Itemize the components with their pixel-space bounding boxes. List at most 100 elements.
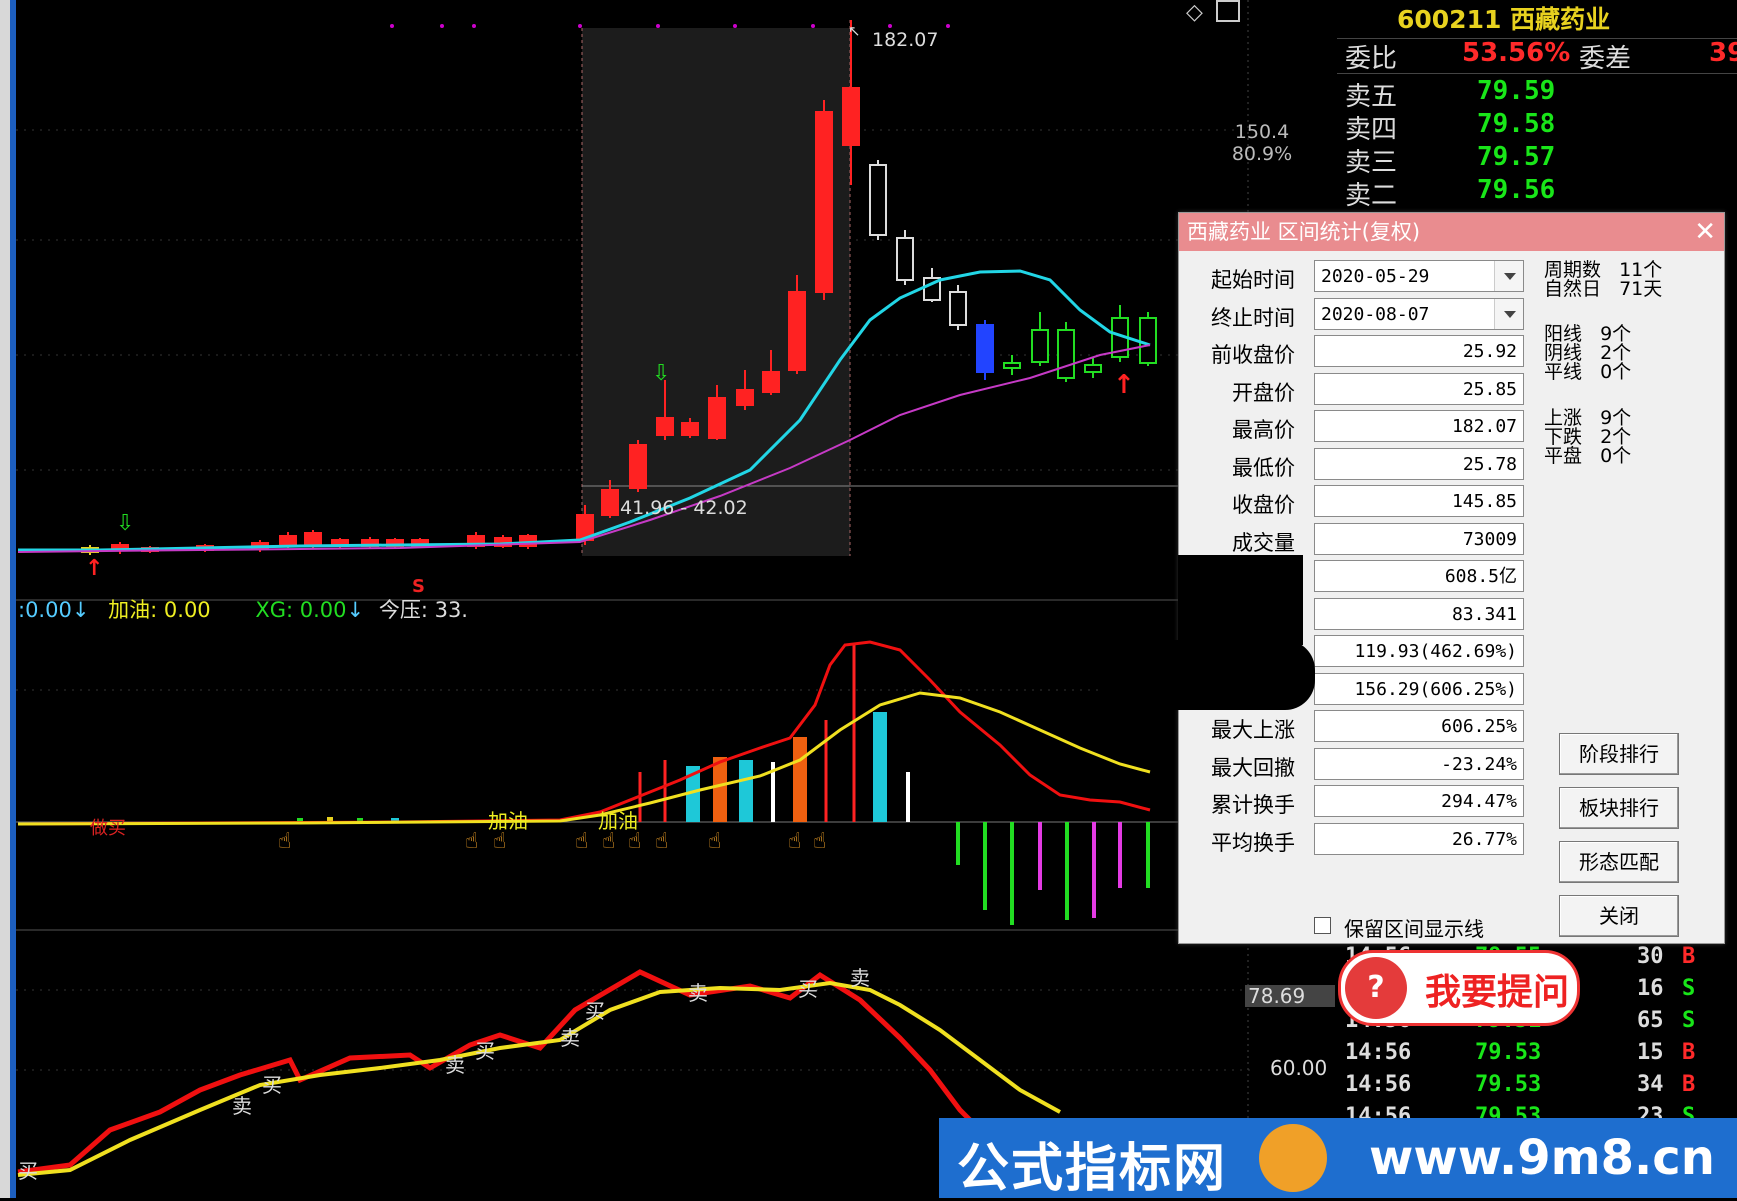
- question-icon: ?: [1345, 957, 1407, 1019]
- candle-body: [681, 422, 699, 436]
- hand-icon: ☝: [465, 829, 478, 854]
- tick-side: B: [1682, 1040, 1696, 1065]
- order-ratio-row: 委比 53.56% 委差 39: [1337, 38, 1737, 74]
- field-label: 平均换手: [1211, 830, 1295, 855]
- kdj-axis-value: 60.00: [1270, 1056, 1327, 1080]
- field-value: 26.77%: [1314, 822, 1524, 855]
- range-label: 41.96 - 42.02: [620, 497, 748, 519]
- tick-side: B: [1682, 944, 1696, 969]
- field-value: 606.25%: [1314, 710, 1524, 742]
- ask-label: 我要提问: [1425, 972, 1570, 1013]
- indicator-bar: :0.00↓ 加油: 0.00 XG: 0.00↓ 今压: 33.: [18, 594, 468, 624]
- level-label: 卖四: [1345, 115, 1398, 145]
- pattern-match-button[interactable]: 形态匹配: [1559, 841, 1679, 883]
- macd-bar: [663, 760, 667, 822]
- kdj-signal: 卖: [850, 966, 870, 990]
- macd-bar: [1146, 822, 1150, 888]
- field-value: 156.29(606.25%): [1314, 672, 1524, 705]
- field-text: -23.24%: [1441, 753, 1517, 775]
- close-icon[interactable]: ✕: [1694, 217, 1716, 247]
- tick-row: 14:56 79.53 34 B: [1337, 1072, 1737, 1104]
- left-frame: [0, 0, 10, 1198]
- sell-level-row: 卖二 79.56: [1337, 175, 1737, 211]
- indicator-item: XG: 0.00: [255, 598, 347, 622]
- window-icon[interactable]: [1216, 0, 1240, 22]
- macd-bar: [1065, 822, 1069, 920]
- field-label: 终止时间: [1211, 305, 1295, 330]
- field-label: 收盘价: [1232, 493, 1295, 517]
- stat-label: 自然日: [1544, 278, 1602, 300]
- macd-yellow-line: [17, 691, 1151, 826]
- candle-body: [736, 389, 754, 406]
- dialog-title-bar[interactable]: 西藏药业 区间统计(复权) ✕: [1179, 213, 1724, 251]
- banner-name: 公式指标网: [957, 1139, 1228, 1199]
- chevron-down-icon[interactable]: [1494, 298, 1523, 329]
- field-value: 182.07: [1314, 410, 1524, 442]
- field-text: 294.47%: [1441, 791, 1517, 812]
- field-text: 2020-08-07: [1321, 303, 1430, 325]
- candle-body: [815, 111, 833, 293]
- axis-pct: 80.9%: [1232, 143, 1292, 165]
- field-value: 73009: [1314, 522, 1524, 555]
- banner-url: www.9m8.cn: [1369, 1130, 1715, 1186]
- kdj-signal: 卖: [688, 981, 708, 1005]
- macd-label: 加油: [488, 809, 528, 833]
- tick-side: B: [1682, 1072, 1696, 1097]
- kdj-signals: 买卖买卖买买卖卖买卖: [18, 966, 870, 1183]
- macd-bar: [1038, 822, 1042, 890]
- stats-group-change: 上涨 9个 下跌 2个 平盘 0个: [1544, 409, 1631, 466]
- macd-bar: [852, 645, 856, 822]
- kdj-signal: 卖: [560, 1026, 580, 1050]
- tick-price: 79.53: [1475, 1072, 1542, 1097]
- down-arrow-icon: ↓: [346, 598, 365, 622]
- candle-body: [708, 397, 726, 439]
- level-label: 卖三: [1345, 148, 1398, 178]
- field-label: 累计换手: [1211, 793, 1295, 817]
- kdj-signal: 买: [798, 977, 818, 1001]
- diff-value: 39: [1709, 38, 1737, 68]
- stat-value: 0个: [1600, 445, 1632, 467]
- level-label: 卖二: [1345, 181, 1398, 211]
- svg-text:⇩: ⇩: [652, 361, 670, 386]
- tick-volume: 30: [1637, 944, 1664, 969]
- field-label: 前收盘价: [1211, 343, 1295, 367]
- hand-icon: ☝: [655, 829, 668, 854]
- redaction: [1100, 640, 1315, 710]
- level-price: 79.56: [1477, 175, 1556, 205]
- level-label: 卖五: [1345, 82, 1398, 112]
- kdj-signal: 卖: [232, 1094, 252, 1118]
- macd-bar: [956, 822, 960, 865]
- macd-bar: [739, 760, 753, 822]
- keep-lines-checkbox[interactable]: [1314, 917, 1331, 934]
- candle-body: [1003, 362, 1021, 369]
- ask-question-button[interactable]: ? 我要提问: [1338, 950, 1580, 1026]
- tick-volume: 15: [1637, 1040, 1664, 1065]
- diamond-icon[interactable]: ◇: [1186, 0, 1203, 25]
- stage-rank-button[interactable]: 阶段排行: [1559, 733, 1679, 775]
- date-select[interactable]: 2020-08-07: [1314, 297, 1524, 330]
- chevron-down-icon[interactable]: [1494, 261, 1523, 291]
- stat-label: 平线: [1544, 361, 1583, 383]
- macd-label: 加油: [598, 809, 638, 833]
- svg-text:↑: ↑: [1113, 370, 1135, 400]
- macd-bar: [906, 772, 910, 822]
- kdj-yellow-line: [17, 980, 1061, 1177]
- tick-time: 14:56: [1345, 1072, 1412, 1097]
- stat-value: 71天: [1619, 278, 1663, 300]
- macd-red-line: [17, 640, 1151, 826]
- field-value: 608.5亿: [1314, 560, 1524, 592]
- sector-rank-button[interactable]: 板块排行: [1559, 787, 1679, 829]
- field-text: 2020-05-29: [1321, 266, 1430, 287]
- kdj-signal: 买: [18, 1159, 38, 1183]
- tick-price: 79.53: [1475, 1040, 1542, 1065]
- candle-body: [629, 444, 647, 489]
- field-label: 最大回撤: [1211, 755, 1295, 780]
- field-text: 119.93(462.69%): [1354, 641, 1517, 662]
- dialog-title: 西藏药业 区间统计(复权): [1187, 220, 1421, 244]
- close-button[interactable]: 关闭: [1559, 895, 1679, 937]
- field-label: 最低价: [1232, 455, 1295, 480]
- field-value: 83.341: [1314, 597, 1524, 630]
- tick-volume: 34: [1637, 1072, 1664, 1097]
- macd-label: 做买: [90, 818, 126, 839]
- date-select[interactable]: 2020-05-29: [1314, 260, 1524, 292]
